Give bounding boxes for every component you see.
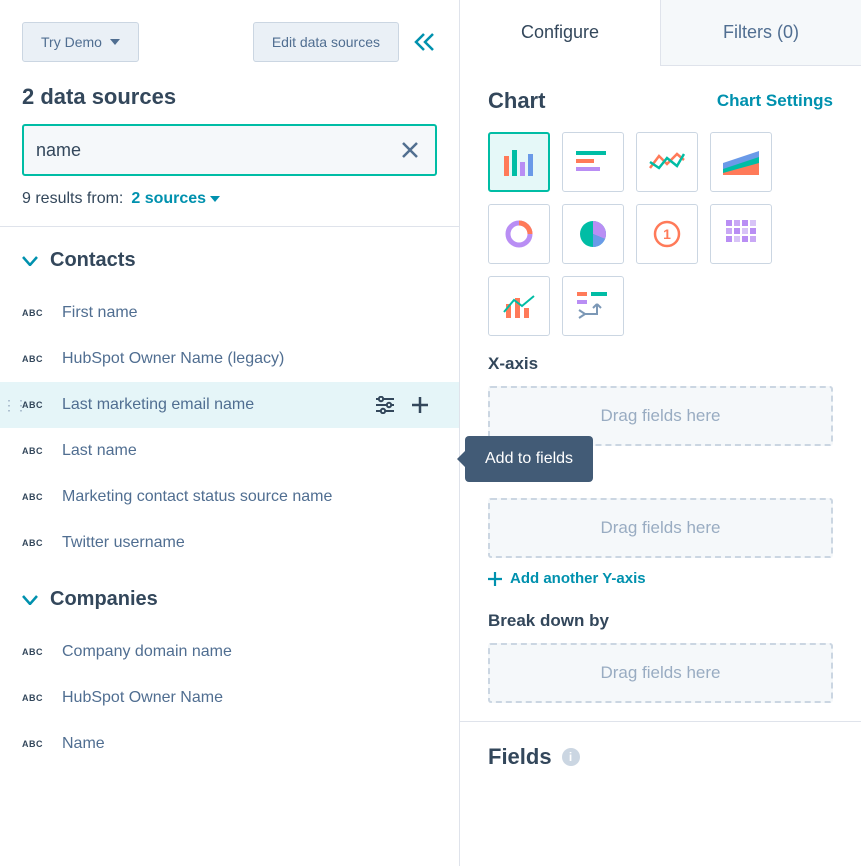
text-type-icon: ABC <box>22 538 46 548</box>
edit-data-sources-button[interactable]: Edit data sources <box>253 22 399 62</box>
text-type-icon: ABC <box>22 354 46 364</box>
chart-type-bar[interactable] <box>488 132 550 192</box>
field-row[interactable]: ABC HubSpot Owner Name <box>0 675 459 721</box>
search-input[interactable] <box>36 140 397 161</box>
chart-section-title: Chart <box>488 88 545 114</box>
collapse-panel-icon[interactable] <box>409 28 441 56</box>
settings-icon[interactable] <box>375 396 395 414</box>
tab-filters[interactable]: Filters (0) <box>660 0 861 66</box>
chart-type-pivot[interactable] <box>562 276 624 336</box>
chart-settings-link[interactable]: Chart Settings <box>717 91 833 111</box>
field-row[interactable]: ABC Company domain name <box>0 629 459 675</box>
field-row[interactable]: ⋮⋮ ABC Last marketing email name <box>0 382 459 428</box>
drag-handle-icon[interactable]: ⋮⋮ <box>2 397 26 414</box>
field-label: Company domain name <box>62 643 232 661</box>
yaxis-dropzone[interactable]: Drag fields here <box>488 498 833 558</box>
text-type-icon: ABC <box>22 492 46 502</box>
info-icon[interactable]: i <box>562 748 580 766</box>
chart-type-heatmap[interactable] <box>710 204 772 264</box>
group-title: Companies <box>50 588 158 611</box>
breakdown-dropzone[interactable]: Drag fields here <box>488 643 833 703</box>
results-count-label: 9 results from: <box>22 190 123 208</box>
field-label: HubSpot Owner Name (legacy) <box>62 350 284 368</box>
field-label: Marketing contact status source name <box>62 488 332 506</box>
chart-type-combo[interactable] <box>488 276 550 336</box>
chevron-down-icon <box>22 595 38 605</box>
field-row[interactable]: ABC Last name <box>0 428 459 474</box>
field-row[interactable]: ABC HubSpot Owner Name (legacy) <box>0 336 459 382</box>
chart-type-area[interactable] <box>710 132 772 192</box>
caret-down-icon <box>110 39 120 45</box>
field-label: Name <box>62 735 105 753</box>
clear-search-icon[interactable] <box>397 137 423 163</box>
text-type-icon: ABC <box>22 647 46 657</box>
field-label: First name <box>62 304 138 322</box>
xaxis-label: X-axis <box>488 354 833 374</box>
chart-type-hbar[interactable] <box>562 132 624 192</box>
group-header-companies[interactable]: Companies <box>0 566 459 629</box>
text-type-icon: ABC <box>22 739 46 749</box>
search-field-container[interactable] <box>22 124 437 176</box>
field-row[interactable]: ABC Name <box>0 721 459 767</box>
field-row[interactable]: ABC First name <box>0 290 459 336</box>
text-type-icon: ABC <box>22 693 46 703</box>
text-type-icon: ABC <box>22 308 46 318</box>
chevron-down-icon <box>22 256 38 266</box>
svg-text:1: 1 <box>663 226 671 242</box>
chart-type-donut[interactable] <box>488 204 550 264</box>
text-type-icon: ABC <box>22 446 46 456</box>
try-demo-label: Try Demo <box>41 34 102 50</box>
field-row[interactable]: ABC Marketing contact status source name <box>0 474 459 520</box>
tooltip-add-to-fields: Add to fields <box>465 436 593 482</box>
edit-data-sources-label: Edit data sources <box>272 34 380 50</box>
field-row[interactable]: ABC Twitter username <box>0 520 459 566</box>
caret-down-icon <box>210 196 220 202</box>
breakdown-label: Break down by <box>488 611 833 631</box>
chart-type-kpi[interactable]: 1 <box>636 204 698 264</box>
group-header-contacts[interactable]: Contacts <box>0 227 459 290</box>
field-label: Last name <box>62 442 137 460</box>
group-title: Contacts <box>50 249 136 272</box>
try-demo-button[interactable]: Try Demo <box>22 22 139 62</box>
add-field-icon[interactable] <box>411 396 429 414</box>
chart-type-pie[interactable] <box>562 204 624 264</box>
fields-section-title: Fields <box>488 744 552 770</box>
data-sources-heading: 2 data sources <box>0 84 459 124</box>
plus-icon <box>488 572 502 586</box>
chart-type-grid: 1 <box>488 132 833 336</box>
chart-type-line[interactable] <box>636 132 698 192</box>
field-label: Last marketing email name <box>62 396 254 414</box>
add-yaxis-link[interactable]: Add another Y-axis <box>488 570 646 587</box>
results-sources-link[interactable]: 2 sources <box>131 190 220 208</box>
field-label: Twitter username <box>62 534 185 552</box>
tab-configure[interactable]: Configure <box>460 0 660 66</box>
field-label: HubSpot Owner Name <box>62 689 223 707</box>
